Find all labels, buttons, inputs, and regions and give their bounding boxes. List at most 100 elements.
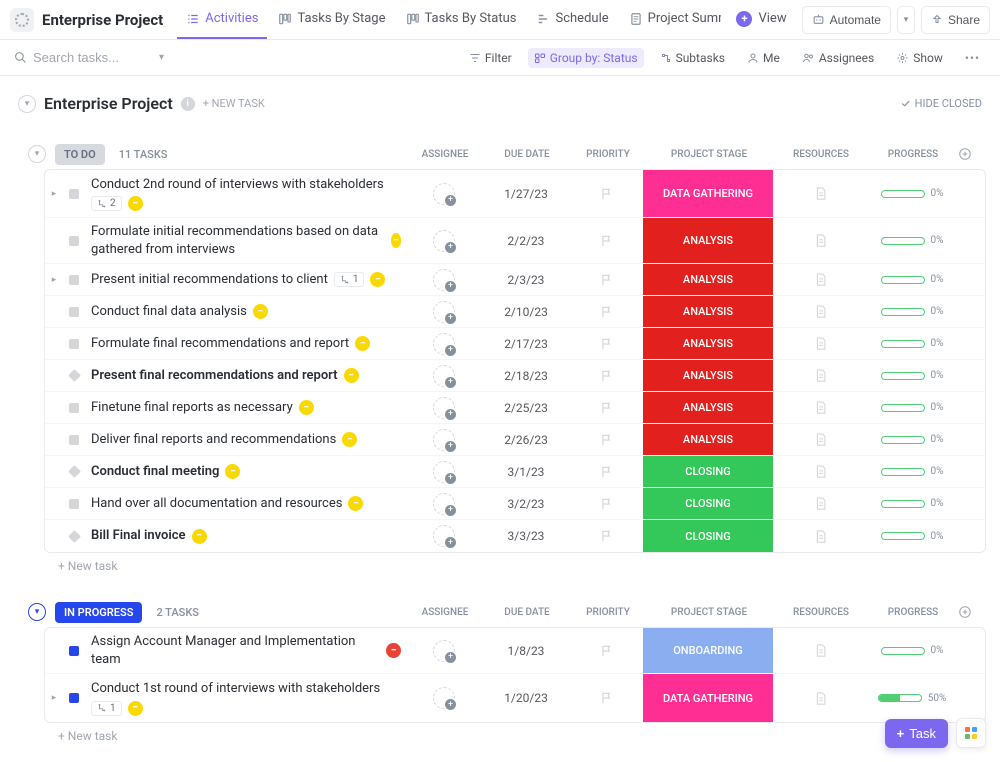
due-date-cell[interactable]: 2/3/23 bbox=[481, 264, 571, 295]
assignees-button[interactable]: Assignees bbox=[796, 48, 880, 68]
priority-cell[interactable] bbox=[571, 424, 643, 455]
assignee-cell[interactable] bbox=[407, 392, 481, 423]
add-assignee-icon[interactable] bbox=[433, 640, 455, 662]
add-assignee-icon[interactable] bbox=[433, 333, 455, 355]
stage-cell[interactable]: CLOSING bbox=[643, 520, 773, 552]
assignee-cell[interactable] bbox=[407, 520, 481, 552]
add-assignee-icon[interactable] bbox=[433, 687, 455, 709]
new-task-button[interactable]: + New task bbox=[14, 723, 986, 749]
progress-cell[interactable]: 0% bbox=[867, 488, 957, 519]
hide-closed-button[interactable]: HIDE CLOSED bbox=[900, 97, 982, 110]
stage-cell[interactable]: CLOSING bbox=[643, 488, 773, 519]
progress-cell[interactable]: 0% bbox=[867, 360, 957, 391]
stage-cell[interactable]: ANALYSIS bbox=[643, 264, 773, 295]
task-name-cell[interactable]: Bill Final invoice− bbox=[85, 520, 407, 552]
status-indicator[interactable] bbox=[63, 424, 85, 455]
assignee-cell[interactable] bbox=[407, 424, 481, 455]
automate-dropdown[interactable]: ▾ bbox=[897, 6, 915, 34]
resources-cell[interactable] bbox=[773, 520, 867, 552]
assignee-cell[interactable] bbox=[407, 674, 481, 722]
stage-cell[interactable]: DATA GATHERING bbox=[643, 674, 773, 722]
expand-icon[interactable] bbox=[45, 296, 63, 327]
stage-cell[interactable]: ANALYSIS bbox=[643, 360, 773, 391]
assignee-cell[interactable] bbox=[407, 328, 481, 359]
create-task-fab[interactable]: + Task bbox=[885, 719, 948, 748]
col-resources[interactable]: RESOURCES bbox=[774, 607, 868, 618]
due-date-cell[interactable]: 2/18/23 bbox=[481, 360, 571, 391]
resources-cell[interactable] bbox=[773, 628, 867, 673]
assignee-cell[interactable] bbox=[407, 218, 481, 263]
col-stage[interactable]: PROJECT STAGE bbox=[644, 607, 774, 618]
stage-cell[interactable]: ONBOARDING bbox=[643, 628, 773, 673]
progress-cell[interactable]: 0% bbox=[867, 520, 957, 552]
resources-cell[interactable] bbox=[773, 170, 867, 217]
tab-schedule[interactable]: Schedule bbox=[528, 1, 618, 39]
status-indicator[interactable] bbox=[63, 488, 85, 519]
task-row[interactable]: Bill Final invoice−3/3/23CLOSING0% bbox=[45, 520, 985, 552]
tab-project-summary[interactable]: Project Summary bbox=[620, 1, 722, 39]
resources-cell[interactable] bbox=[773, 424, 867, 455]
progress-cell[interactable]: 0% bbox=[867, 296, 957, 327]
assignee-cell[interactable] bbox=[407, 264, 481, 295]
expand-icon[interactable] bbox=[45, 392, 63, 423]
task-name-cell[interactable]: Formulate final recommendations and repo… bbox=[85, 328, 407, 359]
assignee-cell[interactable] bbox=[407, 628, 481, 673]
subtasks-button[interactable]: Subtasks bbox=[654, 48, 731, 68]
tab-activities[interactable]: Activities bbox=[177, 1, 267, 39]
resources-cell[interactable] bbox=[773, 218, 867, 263]
expand-icon[interactable] bbox=[45, 520, 63, 552]
status-indicator[interactable] bbox=[63, 392, 85, 423]
due-date-cell[interactable]: 2/25/23 bbox=[481, 392, 571, 423]
assignee-cell[interactable] bbox=[407, 488, 481, 519]
add-assignee-icon[interactable] bbox=[433, 269, 455, 291]
progress-cell[interactable]: 0% bbox=[867, 264, 957, 295]
col-assignee[interactable]: ASSIGNEE bbox=[408, 607, 482, 618]
priority-cell[interactable] bbox=[571, 674, 643, 722]
stage-cell[interactable]: ANALYSIS bbox=[643, 296, 773, 327]
col-stage[interactable]: PROJECT STAGE bbox=[644, 149, 774, 160]
status-indicator[interactable] bbox=[63, 456, 85, 487]
progress-cell[interactable]: 0% bbox=[867, 328, 957, 359]
priority-cell[interactable] bbox=[571, 392, 643, 423]
automate-button[interactable]: Automate bbox=[802, 6, 891, 34]
more-button[interactable]: ••• bbox=[959, 48, 986, 68]
group-status-pill[interactable]: IN PROGRESS bbox=[55, 602, 142, 623]
assignee-cell[interactable] bbox=[407, 296, 481, 327]
status-indicator[interactable] bbox=[63, 170, 85, 217]
stage-cell[interactable]: ANALYSIS bbox=[643, 328, 773, 359]
status-indicator[interactable] bbox=[63, 218, 85, 263]
stage-cell[interactable]: DATA GATHERING bbox=[643, 170, 773, 217]
task-name-cell[interactable]: Conduct final meeting− bbox=[85, 456, 407, 487]
stage-cell[interactable]: ANALYSIS bbox=[643, 392, 773, 423]
task-name-cell[interactable]: Finetune final reports as necessary− bbox=[85, 392, 407, 423]
due-date-cell[interactable]: 3/2/23 bbox=[481, 488, 571, 519]
progress-cell[interactable]: 0% bbox=[867, 628, 957, 673]
col-due-date[interactable]: DUE DATE bbox=[482, 607, 572, 618]
due-date-cell[interactable]: 1/27/23 bbox=[481, 170, 571, 217]
due-date-cell[interactable]: 1/8/23 bbox=[481, 628, 571, 673]
new-task-button[interactable]: + New task bbox=[14, 553, 986, 579]
expand-icon[interactable] bbox=[45, 218, 63, 263]
resources-cell[interactable] bbox=[773, 360, 867, 391]
priority-cell[interactable] bbox=[571, 456, 643, 487]
resources-cell[interactable] bbox=[773, 674, 867, 722]
resources-cell[interactable] bbox=[773, 296, 867, 327]
col-resources[interactable]: RESOURCES bbox=[774, 149, 868, 160]
task-row[interactable]: Present final recommendations and report… bbox=[45, 360, 985, 392]
subtask-count[interactable]: 1 bbox=[91, 701, 122, 716]
priority-cell[interactable] bbox=[571, 170, 643, 217]
task-name-cell[interactable]: Conduct final data analysis− bbox=[85, 296, 407, 327]
task-row[interactable]: Formulate final recommendations and repo… bbox=[45, 328, 985, 360]
col-progress[interactable]: PROGRESS bbox=[868, 149, 958, 160]
resources-cell[interactable] bbox=[773, 264, 867, 295]
status-indicator[interactable] bbox=[63, 360, 85, 391]
tab-tasks-by-stage[interactable]: Tasks By Stage bbox=[269, 1, 394, 39]
task-row[interactable]: Conduct final data analysis−2/10/23ANALY… bbox=[45, 296, 985, 328]
due-date-cell[interactable]: 3/1/23 bbox=[481, 456, 571, 487]
me-button[interactable]: Me bbox=[741, 48, 786, 68]
expand-icon[interactable]: ▸ bbox=[45, 170, 63, 217]
due-date-cell[interactable]: 1/20/23 bbox=[481, 674, 571, 722]
info-icon[interactable]: i bbox=[181, 97, 195, 111]
chevron-down-icon[interactable]: ▾ bbox=[159, 52, 164, 63]
resources-cell[interactable] bbox=[773, 392, 867, 423]
